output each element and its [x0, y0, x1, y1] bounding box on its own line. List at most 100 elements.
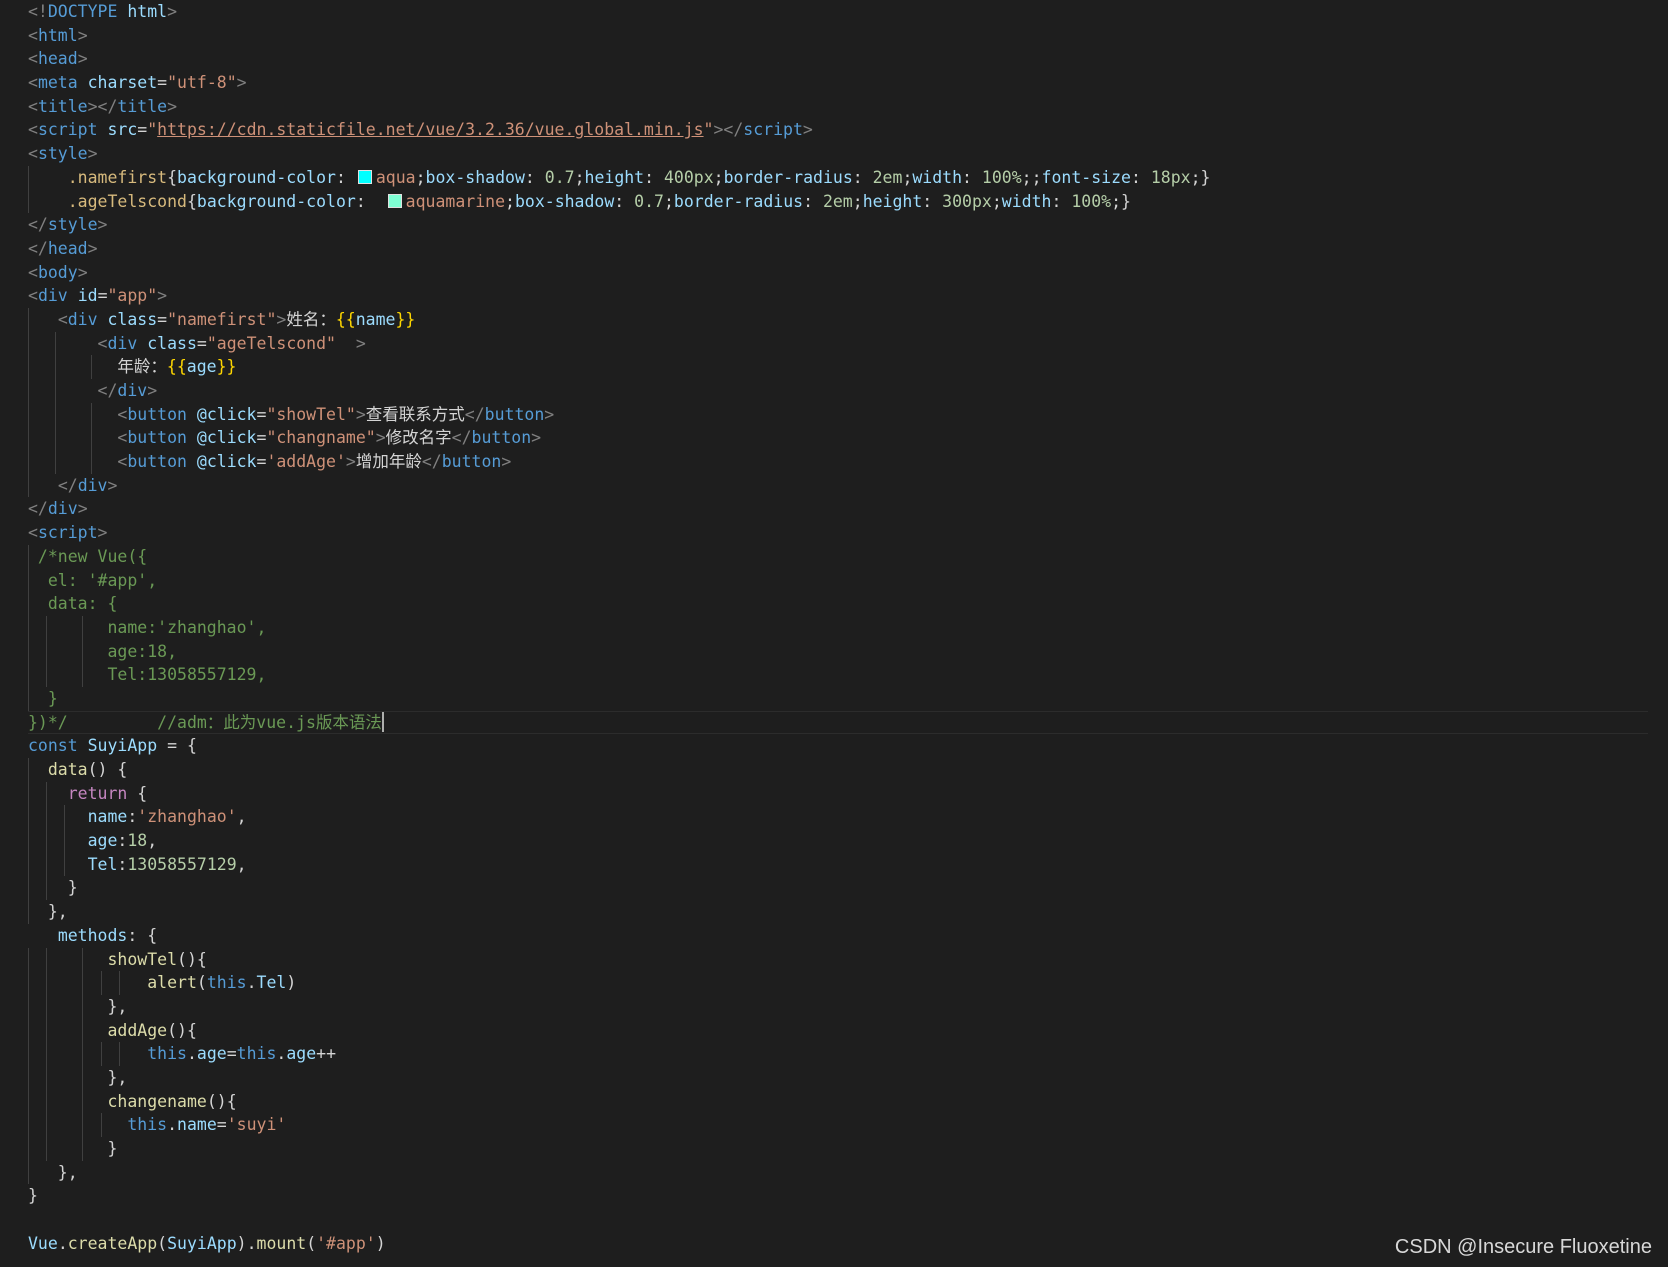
code-line[interactable]: name:'zhanghao', [28, 805, 1648, 830]
code-token: = [256, 404, 267, 424]
code-token: this [236, 1044, 277, 1064]
code-line[interactable]: <div class="namefirst">姓名：{{name}} [28, 307, 1648, 332]
code-token: @click [196, 404, 257, 424]
code-line[interactable]: </div> [28, 379, 1648, 403]
code-line[interactable]: </style> [28, 213, 1648, 237]
code-line[interactable]: methods: { [28, 924, 1648, 948]
code-line[interactable]: data: { [28, 592, 1648, 616]
code-line[interactable] [28, 1208, 1648, 1232]
code-token: > [355, 404, 366, 424]
indent-guide [82, 1018, 84, 1043]
indent-guide [55, 450, 57, 474]
code-token: width [912, 167, 963, 187]
code-line[interactable]: <button @click="changname">修改名字</button> [28, 426, 1648, 451]
code-line[interactable]: </div> [28, 497, 1648, 521]
code-line[interactable]: Tel:13058557129, [28, 663, 1648, 687]
code-line[interactable]: /*new Vue({ [28, 544, 1648, 569]
code-token: changename [107, 1091, 207, 1111]
code-token: data: { [28, 594, 118, 614]
code-token: ( [306, 1233, 317, 1253]
code-line[interactable]: Tel:13058557129, [28, 852, 1648, 877]
indent-guide [28, 876, 29, 901]
code-token: </ [28, 238, 48, 258]
code-line[interactable]: <!DOCTYPE html> [28, 0, 1648, 24]
code-line[interactable]: .namefirst{background-color: aqua;box-sh… [28, 165, 1648, 190]
code-line[interactable]: } [28, 1137, 1648, 1161]
code-line[interactable]: addAge(){ [28, 1018, 1648, 1043]
code-line[interactable]: <div id="app"> [28, 284, 1648, 308]
code-line[interactable]: age:18, [28, 829, 1648, 853]
code-token: } [28, 1139, 118, 1158]
code-line[interactable]: }, [28, 1065, 1648, 1090]
code-line[interactable]: } [28, 876, 1648, 901]
code-line[interactable]: <button @click='addAge'>增加年龄</button> [28, 450, 1648, 474]
code-token: "changname" [266, 428, 376, 448]
code-line[interactable]: }, [28, 900, 1648, 924]
code-token: meta [37, 73, 78, 93]
code-line[interactable]: return { [28, 781, 1648, 806]
code-line[interactable]: <meta charset="utf-8"> [28, 71, 1648, 95]
code-token: = { [157, 736, 197, 756]
indent-guide [46, 829, 48, 853]
code-token: 2em [872, 167, 903, 187]
code-line[interactable]: const SuyiApp = { [28, 734, 1648, 758]
indent-guide [46, 852, 48, 877]
code-line[interactable]: }, [28, 1160, 1648, 1185]
code-line[interactable]: .ageTelscond{background-color: aquamarin… [28, 189, 1648, 214]
code-text-area[interactable]: <!DOCTYPE html> <html> <head> <meta charset… [28, 0, 1648, 1255]
code-line[interactable]: showTel(){ [28, 947, 1648, 972]
code-line[interactable]: changename(){ [28, 1089, 1648, 1114]
code-line[interactable]: age:18, [28, 639, 1648, 664]
code-line[interactable]: <div class="ageTelscond" > [28, 331, 1648, 356]
code-line[interactable]: }, [28, 994, 1648, 1019]
code-line[interactable]: <title></title> [28, 95, 1648, 119]
code-token: 400px [664, 167, 714, 187]
code-line[interactable]: </div> [28, 473, 1648, 498]
code-line[interactable]: <body> [28, 261, 1648, 285]
code-line[interactable]: this.age=this.age++ [28, 1042, 1648, 1066]
code-line[interactable]: } [28, 1184, 1648, 1208]
code-token: 'zhanghao' [137, 807, 237, 827]
code-token: ; [505, 191, 515, 211]
code-line[interactable]: name:'zhanghao', [28, 615, 1648, 640]
code-line[interactable]: 年龄：{{age}} [28, 355, 1648, 379]
code-token: aquamarine [405, 191, 506, 211]
code-token: } [28, 688, 58, 708]
code-line[interactable]: <head> [28, 47, 1648, 71]
code-line[interactable]: alert(this.Tel) [28, 971, 1648, 995]
code-line[interactable]: <script> [28, 521, 1648, 545]
code-token: https://cdn.staticfile.net/vue/3.2.36/vu… [157, 120, 704, 140]
indent-guide [28, 686, 29, 711]
indent-guide [82, 1089, 84, 1114]
code-token: aqua [375, 167, 416, 187]
code-token: src [107, 120, 138, 140]
code-line[interactable]: <html> [28, 24, 1648, 48]
code-line[interactable]: <button @click="showTel">查看联系方式</button> [28, 402, 1648, 427]
code-token: } [28, 878, 78, 898]
code-editor[interactable]: <!DOCTYPE html> <html> <head> <meta charset… [0, 0, 1668, 1267]
code-token: ;} [1111, 191, 1131, 211]
code-line[interactable]: data() { [28, 758, 1648, 782]
code-token: script [37, 120, 98, 140]
code-token: ++ [316, 1044, 337, 1064]
indent-guide [46, 663, 48, 687]
code-token: > [167, 96, 178, 116]
code-token: name [87, 807, 128, 827]
code-line[interactable]: <style> [28, 142, 1648, 166]
code-line[interactable]: </head> [28, 237, 1648, 261]
color-swatch-icon[interactable] [387, 193, 402, 208]
text-cursor [381, 711, 384, 732]
color-swatch-icon[interactable] [357, 169, 372, 184]
code-line[interactable]: <script src="https://cdn.staticfile.net/… [28, 118, 1648, 142]
code-token: = [226, 1044, 237, 1064]
code-token: html [37, 25, 78, 45]
code-token: : [1130, 167, 1151, 187]
code-line[interactable]: el: '#app', [28, 568, 1648, 593]
code-line[interactable]: } [28, 686, 1648, 711]
code-token: name [177, 1115, 217, 1135]
code-line[interactable]: })*/ //adm：此为vue.js版本语法 [28, 711, 1648, 735]
code-token: < [28, 73, 38, 93]
code-line[interactable]: this.name='suyi' [28, 1113, 1648, 1137]
